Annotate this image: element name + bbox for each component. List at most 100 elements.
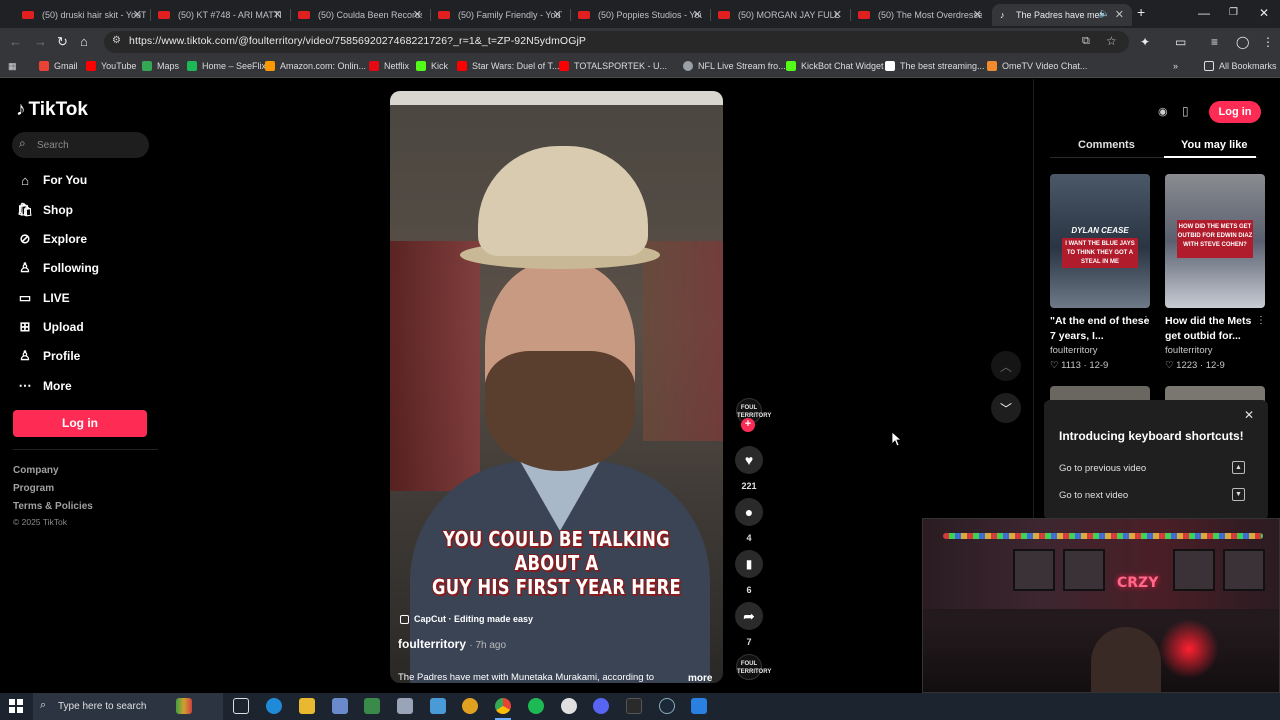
follow-plus-icon[interactable]: +: [741, 418, 755, 432]
close-tab-icon[interactable]: ✕: [553, 8, 562, 21]
all-bookmarks[interactable]: All Bookmarks: [1204, 61, 1277, 71]
bookmark[interactable]: Kick: [416, 61, 448, 71]
site-info-icon[interactable]: ⚙: [112, 35, 121, 46]
close-tab-icon[interactable]: ✕: [1115, 8, 1124, 21]
close-tab-icon[interactable]: ✕: [413, 8, 422, 21]
terminal-icon[interactable]: [626, 698, 642, 714]
browser-tab[interactable]: (50) Poppies Studios - You ✕: [570, 4, 710, 26]
file-explorer-icon[interactable]: [299, 698, 315, 714]
more-options-icon[interactable]: ⋮: [1256, 315, 1266, 326]
comment-button[interactable]: ●: [735, 498, 763, 526]
edge-icon[interactable]: [266, 698, 282, 714]
sound-avatar[interactable]: FOUL TERRITORY: [736, 654, 771, 680]
browser-tab[interactable]: (50) KT #748 - ARI MATTI ✕: [150, 4, 290, 26]
browser-tab[interactable]: (50) MORGAN JAY FULL S ✕: [710, 4, 850, 26]
suggested-video-author[interactable]: foulterritory: [1050, 345, 1098, 356]
browser-tab[interactable]: (50) Coulda Been Records ✕: [290, 4, 430, 26]
taskbar-search-input[interactable]: ⌕ Type here to search: [33, 693, 223, 720]
bookmark[interactable]: YouTube: [86, 61, 136, 71]
bookmark[interactable]: Star Wars: Duel of T...: [457, 61, 560, 71]
nav-explore[interactable]: ⊘ Explore: [16, 229, 87, 249]
app-icon[interactable]: [397, 698, 413, 714]
suggested-video-thumbnail[interactable]: DYLAN CEASE I WANT THE BLUE JAYS TO THIN…: [1050, 174, 1150, 308]
app-icon[interactable]: [462, 698, 478, 714]
search-input[interactable]: ⌕ Search: [12, 132, 149, 158]
suggested-video-author[interactable]: foulterritory: [1165, 345, 1213, 356]
bookmark[interactable]: Home – SeeFlix: [187, 61, 266, 71]
chrome-icon[interactable]: [495, 698, 511, 714]
tab-comments[interactable]: Comments: [1078, 139, 1135, 151]
footer-link-program[interactable]: Program: [13, 483, 54, 494]
close-tab-icon[interactable]: ✕: [973, 8, 982, 21]
browser-tab[interactable]: (50) druski hair skit - YouTu ✕: [14, 4, 150, 26]
tiktok-logo[interactable]: ♪ TikTok: [16, 99, 88, 121]
phone-icon[interactable]: ▯: [1182, 104, 1189, 118]
profile-icon[interactable]: ◯: [1236, 35, 1249, 49]
save-button[interactable]: ▮: [735, 550, 763, 578]
app-icon[interactable]: [691, 698, 707, 714]
browser-tab-active[interactable]: ♪ The Padres have met w 🔈 ✕: [992, 4, 1132, 26]
new-tab-button[interactable]: +: [1137, 4, 1145, 20]
maximize-button[interactable]: ❐: [1229, 7, 1238, 18]
more-link[interactable]: more: [688, 673, 712, 683]
close-tab-icon[interactable]: ✕: [693, 8, 702, 21]
suggested-video-title[interactable]: How did the Mets get outbid for...: [1165, 314, 1265, 344]
close-tab-icon[interactable]: ✕: [133, 8, 142, 21]
video-player[interactable]: YOU COULD BE TALKING ABOUT A GUY HIS FIR…: [390, 91, 723, 683]
share-button[interactable]: ➦: [735, 602, 763, 630]
capcut-tag[interactable]: CapCut · Editing made easy: [400, 614, 533, 624]
bookmark[interactable]: TOTALSPORTEK - U...: [559, 61, 667, 71]
bookmark[interactable]: NFL Live Stream fro...: [683, 61, 786, 71]
app-icon[interactable]: [430, 698, 446, 714]
suggested-video-thumbnail[interactable]: HOW DID THE METS GET OUTBID FOR EDWIN DI…: [1165, 174, 1265, 308]
login-button-header[interactable]: Log in: [1209, 101, 1261, 123]
bookmark[interactable]: Maps: [142, 61, 179, 71]
bookmark[interactable]: OmeTV Video Chat...: [987, 61, 1087, 71]
more-bookmarks-icon[interactable]: »: [1173, 61, 1178, 71]
app-icon[interactable]: [332, 698, 348, 714]
bookmark[interactable]: The best streaming...: [885, 61, 985, 71]
bookmark[interactable]: Netflix: [369, 61, 409, 71]
spotify-icon[interactable]: [528, 698, 544, 714]
bookmark[interactable]: KickBot Chat Widget: [786, 61, 884, 71]
back-button[interactable]: ←: [9, 34, 22, 49]
menu-icon[interactable]: ⋮: [1262, 35, 1274, 49]
nav-upload[interactable]: ⊞ Upload: [16, 317, 84, 337]
coin-icon[interactable]: ◉: [1158, 105, 1168, 118]
reload-button[interactable]: ↻: [57, 34, 68, 50]
bookmark[interactable]: Amazon.com: Onlin...: [265, 61, 366, 71]
nav-shop[interactable]: 🛍 Shop: [16, 200, 73, 220]
more-options-icon[interactable]: ⋮: [1141, 315, 1151, 326]
close-icon[interactable]: ✕: [1244, 408, 1254, 422]
nav-profile[interactable]: ♙ Profile: [16, 346, 80, 366]
omnibox[interactable]: ⚙ https://www.tiktok.com/@foulterritory/…: [104, 31, 1129, 53]
url-text[interactable]: https://www.tiktok.com/@foulterritory/vi…: [129, 35, 586, 47]
task-view-icon[interactable]: [233, 698, 249, 714]
widgets-icon[interactable]: [176, 698, 192, 714]
tab-you-may-like[interactable]: You may like: [1181, 139, 1247, 151]
close-tab-icon[interactable]: ✕: [833, 8, 842, 21]
suggested-video-title[interactable]: "At the end of these 7 years, I...: [1050, 314, 1150, 344]
next-video-button[interactable]: ﹀: [991, 393, 1021, 423]
nav-for-you[interactable]: ⌂ For You: [16, 170, 87, 190]
nav-following[interactable]: ♙ Following: [16, 258, 99, 278]
login-button[interactable]: Log in: [13, 410, 147, 437]
windows-start-icon[interactable]: [9, 699, 23, 713]
footer-link-company[interactable]: Company: [13, 465, 59, 476]
footer-link-terms[interactable]: Terms & Policies: [13, 501, 93, 512]
minimize-button[interactable]: —: [1198, 6, 1210, 20]
split-view-icon[interactable]: ▭: [1175, 35, 1186, 49]
apps-icon[interactable]: ▦: [8, 61, 17, 72]
bookmark[interactable]: Gmail: [39, 61, 78, 71]
home-icon[interactable]: ⌂: [80, 34, 88, 49]
obs-icon[interactable]: [561, 698, 577, 714]
calculator-icon[interactable]: [364, 698, 380, 714]
close-window-button[interactable]: ✕: [1259, 6, 1269, 20]
video-author[interactable]: foulterritory · 7h ago: [398, 637, 506, 651]
media-icon[interactable]: ≡: [1211, 35, 1218, 49]
previous-video-button[interactable]: ︿: [991, 351, 1021, 381]
install-app-icon[interactable]: ⧉: [1082, 35, 1090, 48]
nav-more[interactable]: ⋯ More: [16, 376, 72, 396]
close-tab-icon[interactable]: ✕: [273, 8, 282, 21]
browser-tab[interactable]: (50) The Most Overdresse ✕: [850, 4, 990, 26]
